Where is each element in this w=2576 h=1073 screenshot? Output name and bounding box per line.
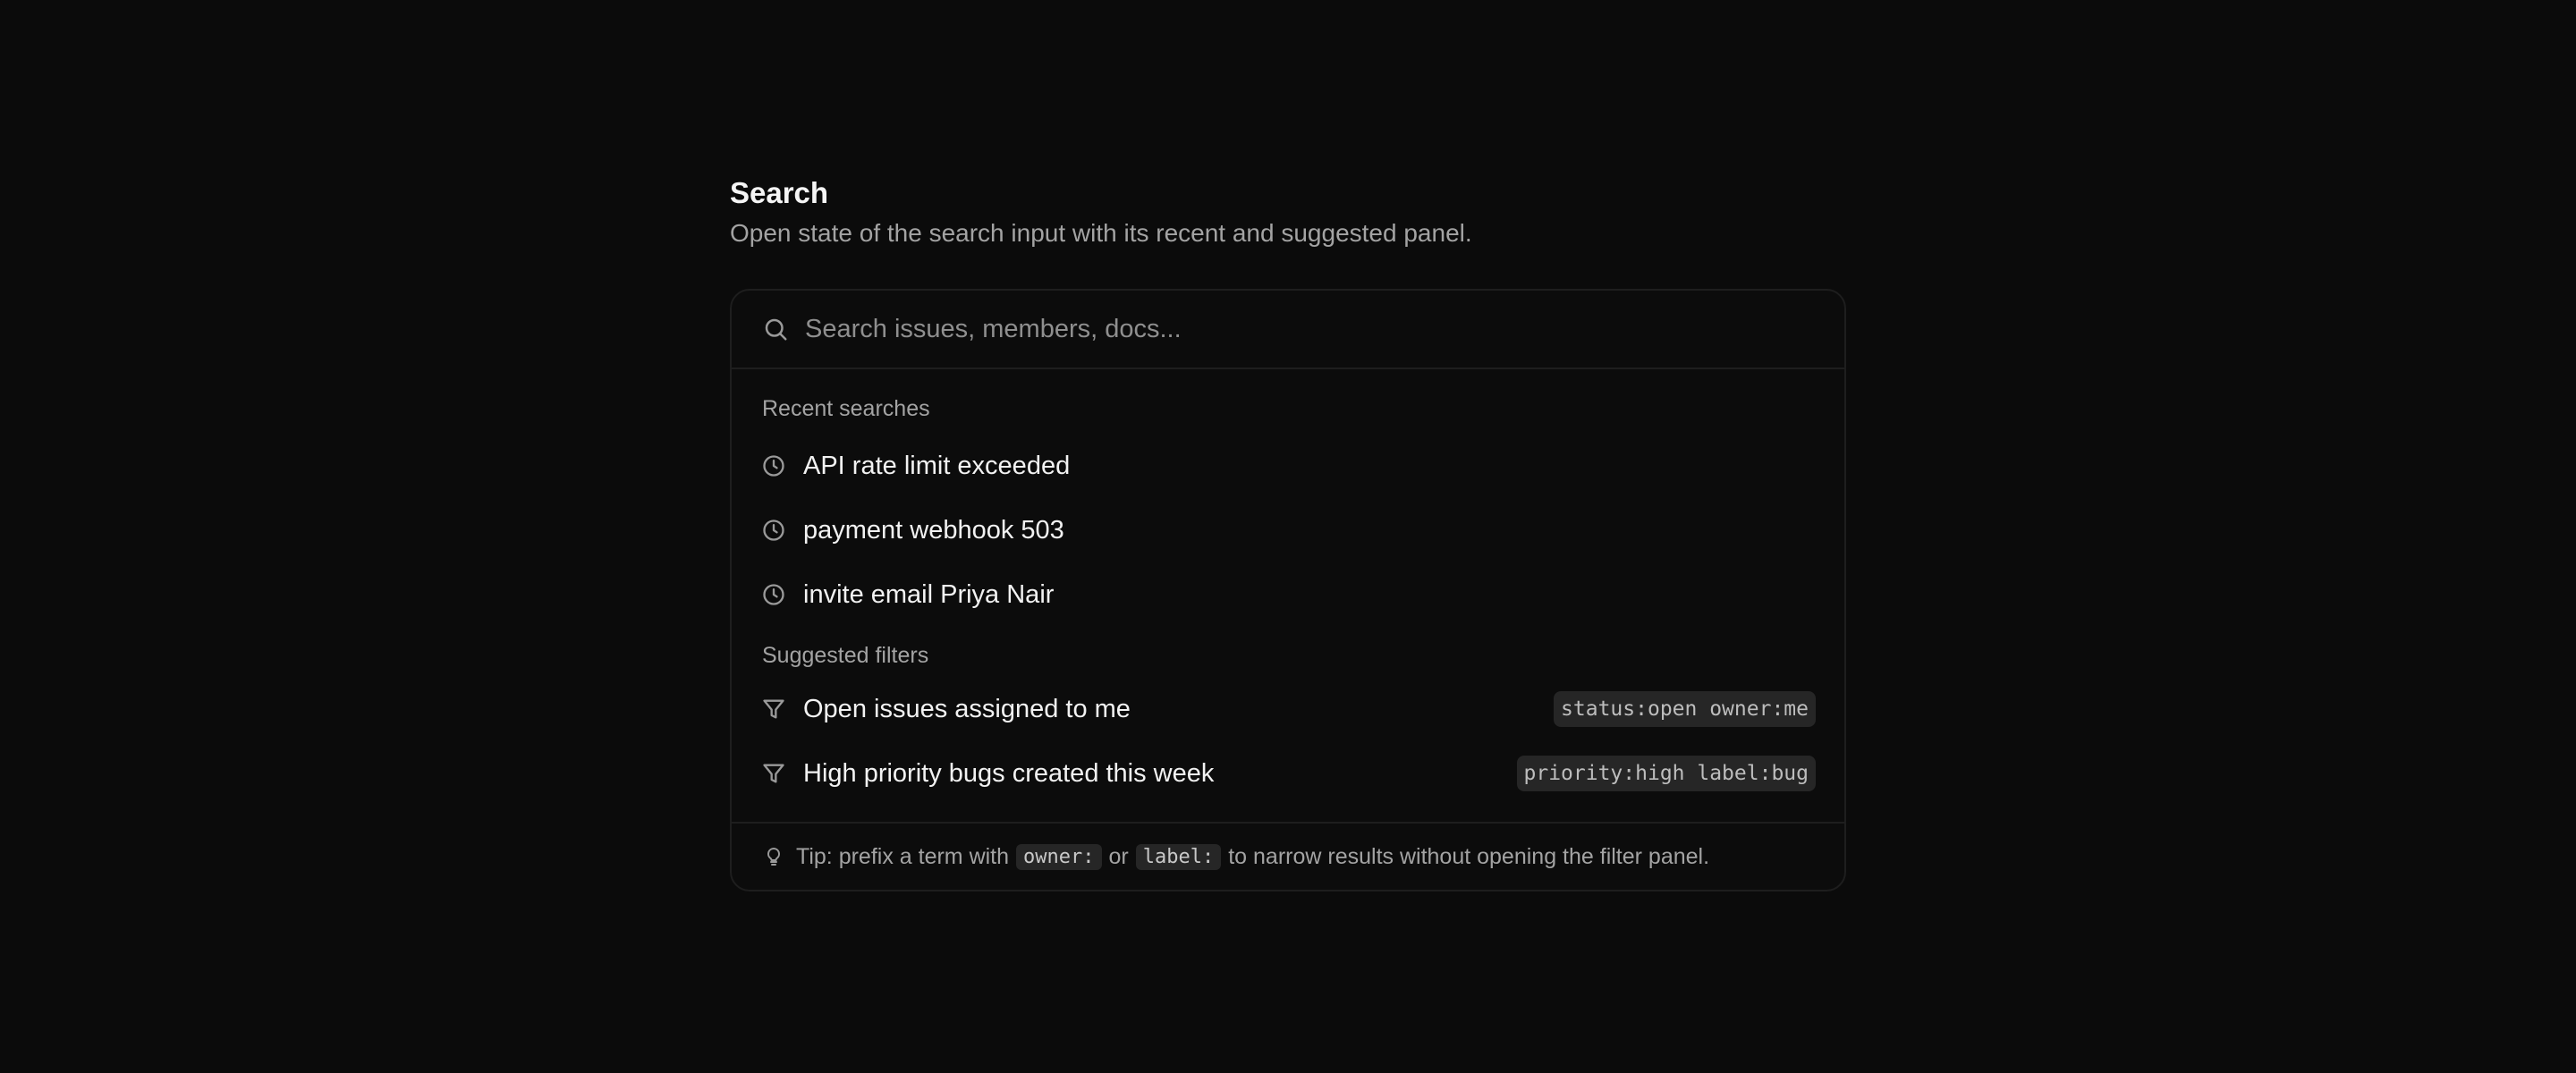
suggested-filters-label: Suggested filters [762,643,929,668]
clock-icon [760,517,787,544]
search-input[interactable] [805,302,1789,356]
recent-search-item[interactable]: API rate limit exceeded [732,434,1844,498]
tip-text-suffix: to narrow results without opening the fi… [1228,843,1710,869]
filter-query-chip: status:open owner:me [1554,691,1816,727]
suggested-filters-list: Open issues assigned to me status:open o… [732,677,1844,806]
suggested-filter-label: Open issues assigned to me [803,694,1131,723]
tip-code-owner: owner: [1016,843,1102,870]
search-bar[interactable] [732,291,1844,369]
tip-text-prefix: Tip: prefix a term with [796,843,1010,869]
recent-search-item[interactable]: payment webhook 503 [732,498,1844,562]
tip-code-label: label: [1135,843,1222,870]
suggested-filter-item[interactable]: Open issues assigned to me status:open o… [732,677,1844,741]
filter-icon [760,760,787,787]
search-section: Search Open state of the search input wi… [730,172,1846,891]
search-panel: Recent searches API rate limit exceeded [730,289,1846,891]
recent-search-label: invite email Priya Nair [803,579,1055,609]
recent-searches-label: Recent searches [762,396,930,421]
suggested-filter-item[interactable]: High priority bugs created this week pri… [732,741,1844,806]
suggested-filter-label: High priority bugs created this week [803,758,1215,788]
recent-search-label: API rate limit exceeded [803,451,1071,480]
search-icon [760,314,791,344]
tip-text-middle: or [1108,843,1129,869]
page-subtitle: Open state of the search input with its … [730,219,1472,247]
lightbulb-icon [762,843,785,870]
filter-icon [760,696,787,722]
clock-icon [760,452,787,479]
tip-footer: Tip: prefix a term with owner: or label:… [732,822,1844,890]
page-title: Search [730,176,829,209]
clock-icon [760,581,787,608]
recent-search-label: payment webhook 503 [803,515,1064,545]
filter-query-chip: priority:high label:bug [1516,756,1816,791]
recent-search-item[interactable]: invite email Priya Nair [732,562,1844,627]
recent-searches-list: API rate limit exceeded payment webhook … [732,434,1844,627]
